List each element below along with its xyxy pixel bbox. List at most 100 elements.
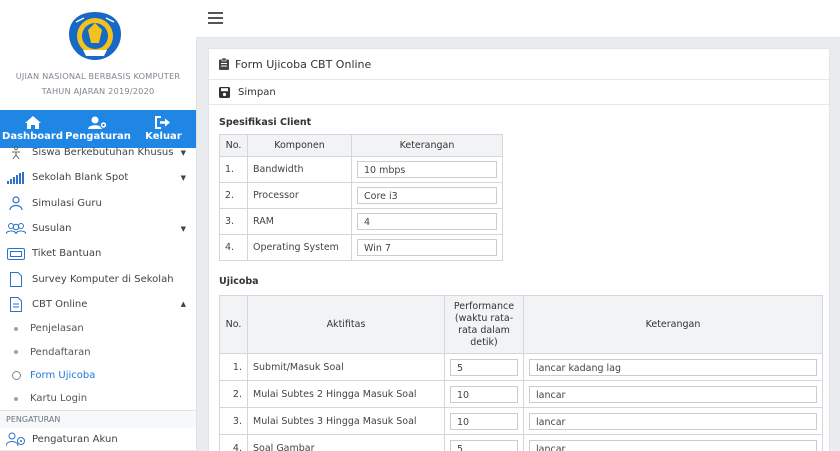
sidebar-item-susulan[interactable]: Susulan ▼	[0, 216, 196, 241]
bullet-icon	[14, 327, 18, 331]
sidebar-item-label: Susulan	[32, 223, 71, 234]
signal-icon	[6, 172, 26, 184]
value-cell: Core i3	[352, 183, 503, 209]
save-label: Simpan	[238, 87, 276, 98]
table-row: 3. Mulai Subtes 3 Hingga Masuk Soal 10 l…	[220, 408, 823, 435]
table-row: 1. Submit/Masuk Soal 5 lancar kadang lag	[220, 354, 823, 381]
submenu-item-kartu-login[interactable]: Kartu Login	[0, 387, 196, 410]
caret-down-icon: ▼	[181, 149, 186, 157]
bullet-icon	[14, 350, 18, 354]
group-icon	[6, 222, 26, 235]
sidebar-item-label: CBT Online	[32, 299, 87, 310]
column-header: Komponen	[248, 135, 352, 157]
submenu-item-penjelasan[interactable]: Penjelasan	[0, 317, 196, 340]
row-number: 4.	[220, 235, 248, 261]
sidebar-item-simulasi-guru[interactable]: Simulasi Guru	[0, 191, 196, 216]
table-row: 2. Processor Core i3	[220, 183, 503, 209]
note-cell: lancar	[524, 381, 823, 408]
document-icon	[6, 272, 26, 287]
bandwidth-input[interactable]: 10 mbps	[357, 161, 497, 178]
row-number: 3.	[220, 408, 248, 435]
row-number: 2.	[220, 183, 248, 209]
sidebar-menu: Siswa Berkebutuhan Khusus ▼ Sekolah Blan…	[0, 148, 196, 410]
row-number: 1.	[220, 157, 248, 183]
save-button[interactable]: Simpan	[209, 80, 829, 105]
row-number: 4.	[220, 435, 248, 451]
sidebar-item-sekolah-blank-spot[interactable]: Sekolah Blank Spot ▼	[0, 165, 196, 190]
column-header: Keterangan	[524, 296, 823, 354]
clipboard-icon	[219, 58, 229, 70]
ram-input[interactable]: 4	[357, 213, 497, 230]
sidebar-item-cbt-online[interactable]: CBT Online ▲	[0, 292, 196, 317]
app-title-line1: UJIAN NASIONAL BERBASIS KOMPUTER	[0, 69, 196, 84]
performance-cell: 5	[445, 435, 524, 451]
keterangan-input[interactable]: lancar	[529, 440, 817, 451]
bullet-icon	[14, 397, 18, 401]
sidebar-item-survey-komputer[interactable]: Survey Komputer di Sekolah	[0, 266, 196, 291]
ticket-icon	[6, 248, 26, 260]
keterangan-input[interactable]: lancar	[529, 413, 817, 430]
section-label-pengaturan: PENGATURAN	[0, 410, 196, 428]
ujicoba-table: No. Aktifitas Performance (waktu rata-ra…	[219, 295, 823, 451]
performance-input[interactable]: 10	[450, 413, 518, 430]
card-header: Form Ujicoba CBT Online	[209, 49, 829, 80]
performance-input[interactable]: 10	[450, 386, 518, 403]
user-icon	[6, 196, 26, 210]
performance-input[interactable]: 5	[450, 440, 518, 451]
column-header: Performance (waktu rata-rata dalam detik…	[445, 296, 524, 354]
performance-input[interactable]: 5	[450, 359, 518, 376]
users-settings-icon	[6, 432, 26, 446]
column-header: Aktifitas	[248, 296, 445, 354]
sidebar-item-label: Tiket Bantuan	[32, 248, 101, 259]
keterangan-input[interactable]: lancar	[529, 386, 817, 403]
activity-name: Submit/Masuk Soal	[248, 354, 445, 381]
table-header-row: No. Aktifitas Performance (waktu rata-ra…	[220, 296, 823, 354]
accessibility-icon	[6, 146, 26, 160]
note-cell: lancar	[524, 435, 823, 451]
keterangan-input[interactable]: lancar kadang lag	[529, 359, 817, 376]
table-row: 4. Soal Gambar 5 lancar	[220, 435, 823, 451]
submenu-item-label: Penjelasan	[30, 323, 84, 334]
sidebar-item-tiket-bantuan[interactable]: Tiket Bantuan	[0, 241, 196, 266]
submenu-item-pendaftaran[interactable]: Pendaftaran	[0, 340, 196, 363]
component-name: Operating System	[248, 235, 352, 261]
processor-input[interactable]: Core i3	[357, 187, 497, 204]
caret-up-icon: ▲	[181, 300, 186, 308]
row-number: 2.	[220, 381, 248, 408]
tut-wuri-handayani-logo	[66, 10, 124, 62]
note-cell: lancar	[524, 408, 823, 435]
column-header: No.	[220, 296, 248, 354]
sidebar-item-label: Pengaturan Akun	[32, 434, 118, 445]
caret-down-icon: ▼	[181, 174, 186, 182]
value-cell: 4	[352, 209, 503, 235]
table-row: 4. Operating System Win 7	[220, 235, 503, 261]
component-name: Processor	[248, 183, 352, 209]
spec-section-title: Spesifikasi Client	[209, 117, 829, 128]
table-row: 2. Mulai Subtes 2 Hingga Masuk Soal 10 l…	[220, 381, 823, 408]
table-row: 1. Bandwidth 10 mbps	[220, 157, 503, 183]
sidebar-item-pengaturan-akun[interactable]: Pengaturan Akun	[0, 428, 196, 450]
value-cell: 10 mbps	[352, 157, 503, 183]
submenu-item-label: Pendaftaran	[30, 347, 91, 358]
activity-name: Mulai Subtes 3 Hingga Masuk Soal	[248, 408, 445, 435]
sidebar-item-label: Siswa Berkebutuhan Khusus	[32, 147, 173, 158]
hamburger-menu-icon[interactable]	[208, 12, 223, 24]
submenu-item-label: Kartu Login	[30, 393, 87, 404]
card-title: Form Ujicoba CBT Online	[235, 58, 371, 71]
users-cog-icon	[88, 116, 108, 129]
sidebar-item-label: Sekolah Blank Spot	[32, 172, 128, 183]
document-icon	[6, 297, 26, 312]
home-icon	[25, 116, 41, 129]
column-header: No.	[220, 135, 248, 157]
spec-table: No. Komponen Keterangan 1. Bandwidth 10 …	[219, 134, 503, 261]
component-name: RAM	[248, 209, 352, 235]
sidebar-item-siswa-berkebutuhan-khusus[interactable]: Siswa Berkebutuhan Khusus ▼	[0, 140, 196, 165]
value-cell: Win 7	[352, 235, 503, 261]
submenu-item-form-ujicoba[interactable]: Form Ujicoba	[0, 364, 196, 387]
row-number: 3.	[220, 209, 248, 235]
performance-cell: 10	[445, 408, 524, 435]
operating-system-input[interactable]: Win 7	[357, 239, 497, 256]
caret-down-icon: ▼	[181, 225, 186, 233]
form-card: Form Ujicoba CBT Online Simpan Spesifika…	[208, 48, 830, 451]
activity-name: Mulai Subtes 2 Hingga Masuk Soal	[248, 381, 445, 408]
